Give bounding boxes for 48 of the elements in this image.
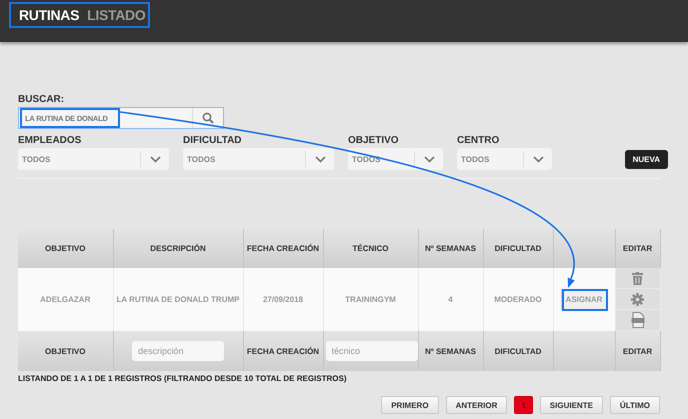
chevron-down-icon	[532, 156, 544, 162]
filter-input[interactable]: técnico	[326, 341, 418, 361]
search-icon[interactable]	[202, 112, 214, 124]
column-footer: Nº SEMANAS	[425, 346, 476, 356]
column-footer: FECHA CREACIÓN	[246, 346, 320, 356]
column-header: DIFICULTAD	[483, 229, 553, 268]
table-cell: TRAININGYM	[323, 268, 418, 331]
table-cell: ADELGAZAR	[18, 268, 113, 331]
current-page-button[interactable]: 1	[514, 396, 533, 414]
trash-icon[interactable]	[632, 272, 643, 284]
assign-highlight	[562, 289, 608, 311]
search-label: BUSCAR:	[18, 94, 66, 105]
column-header: OBJETIVO	[18, 229, 113, 268]
records-info: LISTANDO DE 1 A 1 DE 1 REGISTROS (FILTRANDO DESDE 10 TOTAL DE REGISTROS)	[18, 374, 348, 383]
chevron-down-icon	[150, 156, 160, 162]
column-header: EDITAR	[615, 229, 660, 268]
table-cell: 4	[418, 268, 483, 331]
column-footer: DIFICULTAD	[494, 346, 542, 356]
table-cell: LA RUTINA DE DONALD TRUMP	[113, 268, 243, 331]
filter-label: DIFICULTAD	[183, 135, 243, 146]
new-button[interactable]: NUEVA	[624, 150, 668, 169]
chevron-down-icon	[424, 156, 434, 162]
filter-label: EMPLEADOS	[18, 135, 82, 146]
filter-label: CENTRO	[457, 135, 500, 146]
table-cell: MODERADO	[483, 268, 553, 331]
chevron-down-icon	[314, 156, 326, 162]
filter-dropdown[interactable]: TODOS	[457, 148, 552, 170]
page-title: LISTADO	[87, 7, 146, 23]
pagination-button[interactable]: SIGUIENTE	[540, 396, 603, 414]
filter-dropdown[interactable]: TODOS	[183, 148, 334, 170]
column-header: Nº SEMANAS	[418, 229, 483, 268]
pagination-button[interactable]: ANTERIOR	[446, 396, 508, 414]
column-footer: OBJETIVO	[45, 346, 86, 356]
column-header: TÉCNICO	[323, 229, 418, 268]
document-icon[interactable]	[630, 312, 644, 328]
pagination-button[interactable]: PRIMERO	[381, 396, 439, 414]
filter-dropdown[interactable]: TODOS	[18, 148, 169, 170]
pagination-button[interactable]: ÚLTIMO	[610, 396, 660, 414]
column-header: FECHA CREACIÓN	[243, 229, 323, 268]
column-footer: EDITAR	[622, 346, 652, 356]
section-title: RUTINAS	[19, 7, 80, 23]
filter-dropdown[interactable]: TODOS	[348, 148, 443, 170]
table-cell: 27/09/2018	[243, 268, 323, 331]
column-header	[553, 229, 615, 268]
filter-label: OBJETIVO	[348, 135, 400, 146]
column-header: DESCRIPCIÓN	[113, 229, 243, 268]
filter-input[interactable]: descripción	[132, 341, 224, 361]
gear-icon[interactable]	[631, 292, 644, 306]
